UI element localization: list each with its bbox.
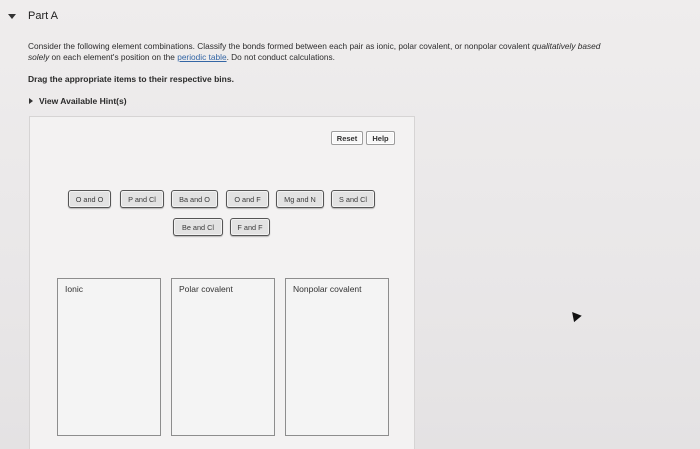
question-text: Consider the following element combinati… <box>28 41 700 63</box>
instruction-text: Drag the appropriate items to their resp… <box>28 74 234 84</box>
bin-label-ionic: Ionic <box>65 284 83 294</box>
question-line-2-end: . Do not conduct calculations. <box>226 52 335 62</box>
expand-arrow-icon <box>29 98 33 104</box>
help-button[interactable]: Help <box>366 131 395 145</box>
draggable-item-f-and-f[interactable]: F and F <box>230 218 270 236</box>
page: Part A Consider the following element co… <box>0 0 700 449</box>
draggable-item-be-and-cl[interactable]: Be and Cl <box>173 218 223 236</box>
question-line-2-italic: solely <box>28 52 50 62</box>
draggable-item-p-and-cl[interactable]: P and Cl <box>120 190 164 208</box>
periodic-table-link[interactable]: periodic table <box>177 52 226 62</box>
draggable-item-o-and-f[interactable]: O and F <box>226 190 269 208</box>
question-line-2-text: on each element's position on the <box>51 52 175 62</box>
bin-ionic[interactable]: Ionic <box>57 278 161 436</box>
draggable-item-ba-and-o[interactable]: Ba and O <box>171 190 218 208</box>
question-line-1-text: Consider the following element combinati… <box>28 41 530 51</box>
part-title: Part A <box>28 10 58 22</box>
view-hints-label: View Available Hint(s) <box>39 96 127 106</box>
reset-button[interactable]: Reset <box>331 131 363 145</box>
question-line-1-italic: qualitatively based <box>532 41 601 51</box>
view-hints-toggle[interactable]: View Available Hint(s) <box>29 96 127 106</box>
question-line-1: Consider the following element combinati… <box>28 41 700 52</box>
bin-polar-covalent[interactable]: Polar covalent <box>171 278 275 436</box>
bin-label-nonpolar-covalent: Nonpolar covalent <box>293 284 362 294</box>
question-line-2: solely on each element's position on the… <box>28 52 700 63</box>
collapse-caret-icon[interactable] <box>8 14 16 19</box>
bin-nonpolar-covalent[interactable]: Nonpolar covalent <box>285 278 389 436</box>
draggable-item-mg-and-n[interactable]: Mg and N <box>276 190 324 208</box>
draggable-item-o-and-o[interactable]: O and O <box>68 190 111 208</box>
draggable-item-s-and-cl[interactable]: S and Cl <box>331 190 375 208</box>
bin-label-polar-covalent: Polar covalent <box>179 284 233 294</box>
mouse-cursor-icon <box>568 308 582 323</box>
